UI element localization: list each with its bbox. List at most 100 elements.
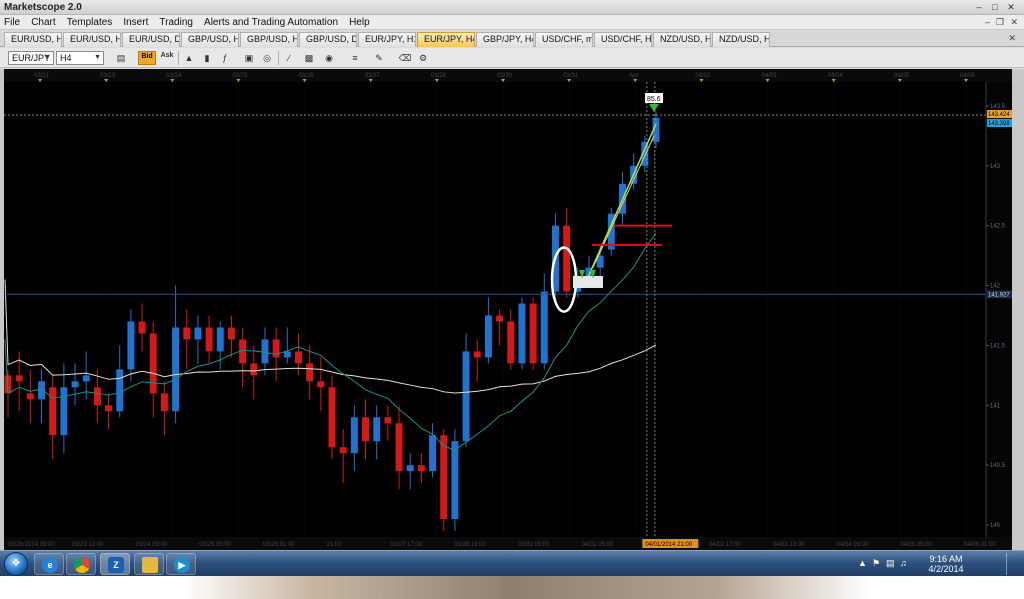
tab-gbp-usd-d1[interactable]: GBP/USD, D1 <box>299 32 357 47</box>
top-date-label: 04/05 <box>894 73 910 79</box>
marketscope-icon: Z <box>108 557 124 573</box>
candle-down <box>417 465 425 472</box>
candle-down <box>205 327 213 352</box>
pen-icon[interactable]: ✎ <box>370 51 388 65</box>
menu-help[interactable]: Help <box>345 15 374 30</box>
tab-usd-chf-m5[interactable]: USD/CHF, m5 <box>535 32 593 47</box>
tab-eur-usd-d1[interactable]: EUR/USD, D1 <box>122 32 180 47</box>
menu-trading[interactable]: Trading <box>155 15 197 30</box>
taskbar-marketscope[interactable]: Z <box>100 553 130 575</box>
taskbar-media[interactable]: ▶ <box>166 553 196 575</box>
candle-down <box>227 327 235 340</box>
top-date-label: 04/03 <box>762 73 778 79</box>
candle-down <box>507 321 515 364</box>
top-date-label: 04/06 <box>960 73 976 79</box>
instrument-select[interactable]: EUR/JPY ▼ <box>8 51 54 65</box>
candle-up <box>373 417 381 442</box>
volume-icon[interactable]: ♫ <box>900 558 907 568</box>
y-tick-label: 142 <box>990 284 1001 290</box>
candle-up <box>116 369 124 412</box>
new-chart-icon[interactable]: ▣ <box>240 51 258 65</box>
menu-file[interactable]: File <box>0 15 24 30</box>
mdi-close-icon[interactable]: ✕ <box>1010 17 1018 28</box>
candle-up <box>82 375 90 382</box>
maximize-icon[interactable]: □ <box>988 2 1002 13</box>
candle-down <box>93 387 101 406</box>
candle-up <box>406 465 414 472</box>
bottom-time-label: 03/26 01:00 <box>263 542 295 548</box>
folder-icon <box>142 557 158 573</box>
chrome-icon <box>74 557 90 573</box>
clock-date[interactable]: 4/2/2014 <box>916 564 976 574</box>
top-date-label: 03/21 <box>34 73 50 79</box>
close-tab-icon[interactable]: ✕ <box>1008 33 1016 44</box>
candles-icon[interactable]: ▤ <box>112 51 130 65</box>
network-icon[interactable]: ▤ <box>886 558 895 569</box>
volume-icon[interactable]: ▲ <box>180 51 198 65</box>
settings-icon[interactable]: ⚙ <box>414 51 432 65</box>
candle-down <box>26 393 34 400</box>
ask-toggle-button[interactable]: Ask <box>158 51 176 65</box>
tab-eur-jpy-h1[interactable]: EUR/JPY, H1 <box>358 32 416 47</box>
taskbar-explorer[interactable] <box>134 553 164 575</box>
tab-usd-chf-h1[interactable]: USD/CHF, H1 <box>594 32 652 47</box>
indicator-icon[interactable]: ƒ <box>216 51 234 65</box>
mdi-restore-icon[interactable]: ❐ <box>996 17 1004 28</box>
y-tick-label: 141.5 <box>990 343 1006 349</box>
show-desktop-button[interactable] <box>1006 553 1016 575</box>
tab-nzd-usd-h1[interactable]: NZD/USD, H1 <box>653 32 711 47</box>
eye-icon[interactable]: ◉ <box>320 51 338 65</box>
image-icon[interactable]: ▩ <box>300 51 318 65</box>
candle-up <box>127 321 135 370</box>
start-button[interactable]: ❖ <box>4 552 28 576</box>
toolbar-separator <box>178 51 179 65</box>
candle-down <box>306 363 314 382</box>
candle-down <box>395 423 403 472</box>
tray-up-icon[interactable]: ▲ <box>858 558 867 568</box>
tab-eur-usd-h4[interactable]: EUR/USD, H4 <box>63 32 121 47</box>
mdi-minimize-icon[interactable]: – <box>985 17 990 27</box>
chart-area[interactable]: 140 140.5 141 141.5 142 142.5 143 143.5 03/21 03/… <box>0 69 1024 550</box>
candle-down <box>160 393 168 412</box>
candle-up <box>283 351 291 358</box>
menu-alerts[interactable]: Alerts and Trading Automation <box>200 15 342 30</box>
bar-icon[interactable]: ▮ <box>198 51 216 65</box>
flag-icon[interactable]: ⚑ <box>872 558 880 569</box>
minimize-icon[interactable]: – <box>972 2 986 13</box>
candle-down <box>183 327 191 340</box>
bid-toggle-button[interactable]: Bid <box>138 51 156 65</box>
y-tick-label: 141 <box>990 403 1001 409</box>
top-date-label: 03/24 <box>166 73 182 79</box>
timeframe-select[interactable]: H4 ▼ <box>56 51 104 65</box>
desktop-background <box>0 576 1024 599</box>
taskbar-ie[interactable]: e <box>34 553 64 575</box>
close-icon[interactable]: ✕ <box>1004 2 1018 13</box>
taskbar-chrome[interactable] <box>66 553 96 575</box>
plot-background <box>4 82 1012 537</box>
timeframe-value: H4 <box>60 53 72 63</box>
marker-label: 85.6 <box>647 96 661 103</box>
candle-up <box>350 417 358 454</box>
menu-templates[interactable]: Templates <box>63 15 117 30</box>
tab-gbp-usd-h1[interactable]: GBP/USD, H1 <box>181 32 239 47</box>
eraser-icon[interactable]: ⌫ <box>396 51 414 65</box>
tab-gbp-jpy-h4[interactable]: GBP/JPY, H4 <box>476 32 534 47</box>
tab-eur-usd-h1[interactable]: EUR/USD, H1 <box>4 32 62 47</box>
menu-insert[interactable]: Insert <box>119 15 152 30</box>
menu-chart[interactable]: Chart <box>27 15 59 30</box>
clock-time[interactable]: 9:16 AM <box>916 554 976 564</box>
bottom-time-label: 21:00 <box>327 542 343 548</box>
globe-icon[interactable]: ◎ <box>258 51 276 65</box>
tab-gbp-usd-h4[interactable]: GBP/USD, H4 <box>240 32 298 47</box>
tab-nzd-usd-h4[interactable]: NZD/USD, H4 <box>712 32 770 47</box>
lines-icon[interactable]: ≡ <box>346 51 364 65</box>
candle-down <box>496 315 504 322</box>
price-chart[interactable]: 140 140.5 141 141.5 142 142.5 143 143.5 03/21 03/… <box>0 69 1024 550</box>
system-tray: ▲ ⚑ ▤ ♫ 9:16 AM 4/2/2014 <box>856 553 1016 575</box>
candle-down <box>295 351 302 364</box>
ruler-icon[interactable]: ∕ <box>280 51 298 65</box>
bottom-time-label: 03/25 05:00 <box>199 542 231 548</box>
candle-down <box>362 417 369 442</box>
bottom-time-label: 04/01/2014 21:00 <box>645 542 692 548</box>
tab-eur-jpy-h4[interactable]: EUR/JPY, H4 <box>417 32 475 47</box>
